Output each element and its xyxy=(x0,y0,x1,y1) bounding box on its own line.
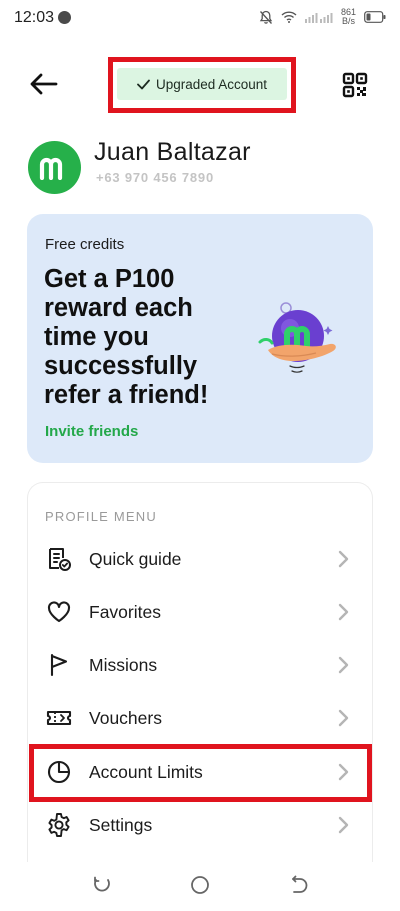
menu-item-quick-guide[interactable]: Quick guide xyxy=(28,533,372,585)
chevron-right-icon xyxy=(338,816,349,834)
menu-item-label: Missions xyxy=(89,654,158,675)
back-nav-button[interactable] xyxy=(287,874,309,896)
highlight-box-account-limits xyxy=(29,744,372,802)
profile-name: Juan Baltazar xyxy=(94,138,251,166)
home-circle-icon xyxy=(191,876,209,894)
chevron-right-icon xyxy=(338,709,349,727)
menu-item-label: Settings xyxy=(89,814,153,835)
flag-icon xyxy=(45,651,73,679)
profile-phone: +63 970 456 7890 xyxy=(96,170,214,185)
referral-illustration xyxy=(250,300,350,382)
home-button[interactable] xyxy=(189,874,211,896)
menu-item-vouchers[interactable]: Vouchers xyxy=(28,692,372,744)
battery-icon xyxy=(364,11,386,23)
recent-apps-icon xyxy=(94,876,110,892)
recent-apps-button[interactable] xyxy=(91,874,113,896)
menu-item-label: Quick guide xyxy=(89,548,182,569)
back-button[interactable] xyxy=(26,68,62,100)
chevron-right-icon xyxy=(338,656,349,674)
qr-code-icon xyxy=(342,72,368,98)
back-nav-icon xyxy=(292,875,308,893)
network-speed: 861 B/s xyxy=(341,8,356,26)
menu-item-missions[interactable]: Missions xyxy=(28,639,372,691)
bell-muted-icon xyxy=(259,10,273,24)
network-speed-unit: B/s xyxy=(341,16,355,26)
arrow-left-icon xyxy=(30,73,58,95)
profile-menu-heading: PROFILE MENU xyxy=(45,509,157,524)
highlight-box-upgraded xyxy=(108,57,296,113)
gear-icon xyxy=(45,811,73,839)
brand-m-logo-icon xyxy=(39,157,62,180)
menu-item-settings[interactable]: Settings xyxy=(28,799,372,851)
guide-icon xyxy=(45,545,73,573)
status-time: 12:03 xyxy=(14,9,55,26)
menu-item-label: Favorites xyxy=(89,601,161,622)
chevron-right-icon xyxy=(338,550,349,568)
menu-item-label: Vouchers xyxy=(89,707,162,728)
status-icons: 861 B/s xyxy=(259,8,386,26)
hand-with-coin-illustration xyxy=(258,302,336,373)
avatar[interactable] xyxy=(28,141,81,194)
qr-code-button[interactable] xyxy=(340,70,370,100)
ticket-icon xyxy=(45,704,73,732)
notification-dot-icon xyxy=(58,11,71,24)
promo-kicker: Free credits xyxy=(45,236,125,253)
wifi-icon xyxy=(281,11,297,23)
chevron-right-icon xyxy=(338,603,349,621)
promo-headline: Get a P100 reward each time you successf… xyxy=(44,265,209,409)
menu-item-favorites[interactable]: Favorites xyxy=(28,586,372,638)
signal-icon xyxy=(304,13,333,23)
heart-icon xyxy=(45,598,73,626)
invite-friends-link[interactable]: Invite friends xyxy=(45,423,138,440)
